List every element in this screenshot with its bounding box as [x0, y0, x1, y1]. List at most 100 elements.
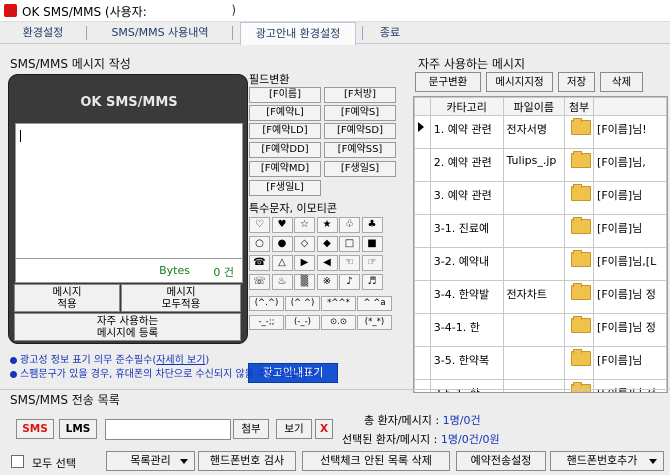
table-row[interactable]: 1. 예약 관련 전자서명 [F이름]님! — [414, 115, 667, 149]
emoticon-button[interactable]: ⊙.⊙ — [321, 315, 356, 330]
specials-title: 특수문자, 이모티콘 — [249, 202, 337, 215]
symbol-button[interactable]: ◆ — [316, 236, 338, 252]
emoticon-button[interactable]: (*_*) — [357, 315, 392, 330]
table-row[interactable]: 3-5. 한약복 [F이름]님 — [414, 346, 667, 380]
folder-icon[interactable] — [570, 349, 591, 366]
symbol-button[interactable]: ◇ — [294, 236, 315, 252]
view-button[interactable]: 보기 — [276, 419, 312, 439]
symbol-button[interactable]: ☞ — [361, 255, 383, 271]
table-row[interactable]: 3-4. 한약발 전자차트 [F이름]님 정 — [414, 280, 667, 314]
field-button[interactable]: [F예약L] — [249, 105, 321, 121]
emoticon-button[interactable]: (-_-) — [285, 315, 320, 330]
attach-button[interactable]: 첨부 — [233, 419, 269, 439]
symbol-button[interactable]: ※ — [316, 274, 338, 290]
row-filename: Tulips_.jp — [502, 148, 565, 182]
field-button[interactable]: [F예약SD] — [324, 123, 396, 139]
symbol-button[interactable]: ♨ — [271, 274, 293, 290]
convert-phrase-button[interactable]: 문구변환 — [415, 72, 481, 92]
folder-icon[interactable] — [570, 250, 591, 267]
symbol-button[interactable]: ♡ — [249, 217, 270, 233]
row-message: [F이름]님, — [593, 148, 667, 182]
row-message: [F이름]님 정 — [593, 280, 667, 314]
menu-ad-settings[interactable]: 광고안내 환경설정 — [240, 22, 356, 45]
column-header-attach[interactable]: 첨부 — [563, 97, 595, 116]
symbol-button[interactable]: ♧ — [339, 217, 360, 233]
add-phone-dropdown[interactable]: 핸드폰번호추가 — [550, 451, 664, 471]
folder-icon[interactable] — [570, 151, 591, 168]
field-button[interactable]: [F예약LD] — [249, 123, 321, 139]
delete-unchecked-button[interactable]: 선택체크 안된 목록 삭제 — [302, 451, 450, 471]
lms-button[interactable]: LMS — [59, 419, 97, 439]
select-all-checkbox[interactable] — [11, 455, 24, 468]
field-button[interactable]: [F처방] — [324, 87, 396, 103]
table-row[interactable]: 3-4-1. 한 [F이름]님 정 — [414, 313, 667, 347]
emoticon-button[interactable]: (^.^) — [249, 296, 284, 311]
symbol-button[interactable]: ♪ — [339, 274, 360, 290]
symbol-button[interactable]: ☆ — [294, 217, 315, 233]
folder-icon[interactable] — [570, 118, 591, 135]
table-row[interactable]: 3. 예약 관련 [F이름]님 — [414, 181, 667, 215]
symbol-button[interactable]: ▶ — [294, 255, 315, 271]
apply-all-button[interactable]: 메시지 모두적용 — [121, 284, 241, 312]
field-button[interactable]: [F이름] — [249, 87, 321, 103]
symbol-button[interactable]: ★ — [316, 217, 338, 233]
assign-message-button[interactable]: 메시지지정 — [486, 72, 553, 92]
field-button[interactable]: [F예약DD] — [249, 142, 321, 158]
symbol-button[interactable]: ▒ — [294, 274, 315, 290]
field-button[interactable]: [F예약MD] — [249, 161, 321, 177]
symbol-button[interactable]: ● — [271, 236, 293, 252]
symbol-button[interactable]: □ — [339, 236, 360, 252]
symbol-button[interactable]: ◀ — [316, 255, 338, 271]
remove-attach-button[interactable]: X — [315, 419, 333, 439]
row-filename: 전자차트 — [502, 280, 565, 314]
table-row[interactable]: 2. 예약 관련 Tulips_.jp [F이름]님, — [414, 148, 667, 182]
row-attach — [563, 115, 595, 149]
field-button[interactable]: [F생일L] — [249, 180, 321, 196]
column-header-category[interactable]: 카타고리 — [429, 97, 504, 116]
symbol-button[interactable]: ♥ — [271, 217, 293, 233]
symbol-button[interactable]: ○ — [249, 236, 270, 252]
folder-icon[interactable] — [570, 316, 591, 333]
emoticon-button[interactable]: -_-;; — [249, 315, 284, 330]
phone-check-button[interactable]: 핸드폰번호 검사 — [198, 451, 296, 471]
row-attach — [563, 313, 595, 347]
apply-message-button[interactable]: 메시지 적용 — [14, 284, 120, 312]
symbol-button[interactable]: ☎ — [249, 255, 270, 271]
delete-button[interactable]: 삭제 — [600, 72, 643, 92]
emoticon-button[interactable]: *^^* — [321, 296, 356, 311]
menu-settings[interactable]: 환경설정 — [8, 22, 78, 44]
symbol-button[interactable]: △ — [271, 255, 293, 271]
attach-file-input[interactable] — [105, 419, 231, 440]
row-category: 3-4. 한약발 — [429, 280, 504, 314]
message-textarea[interactable] — [15, 123, 243, 259]
row-category: 1. 예약 관련 — [429, 115, 504, 149]
row-category: 2. 예약 관련 — [429, 148, 504, 182]
symbol-button[interactable]: ♬ — [361, 274, 383, 290]
sms-button[interactable]: SMS — [16, 419, 54, 439]
folder-icon[interactable] — [570, 283, 591, 300]
list-manage-dropdown[interactable]: 목록관리 — [106, 451, 195, 471]
row-category: 3-5. 한약복 — [429, 346, 504, 380]
save-button[interactable]: 저장 — [558, 72, 595, 92]
field-button[interactable]: [F예약SS] — [324, 142, 396, 158]
symbol-button[interactable]: ☏ — [249, 274, 270, 290]
emoticon-button[interactable]: ^ ^a — [357, 296, 392, 311]
emoticon-button[interactable]: (^ ^) — [285, 296, 320, 311]
field-button[interactable]: [F생일S] — [324, 161, 396, 177]
menu-usage-history[interactable]: SMS/MMS 사용내역 — [98, 22, 222, 44]
menu-exit[interactable]: 종료 — [368, 22, 412, 44]
column-header-filename[interactable]: 파일이름 — [502, 97, 565, 116]
folder-icon[interactable] — [570, 217, 591, 234]
reserve-send-settings-button[interactable]: 예약전송설정 — [456, 451, 546, 471]
row-message: [F이름]님 저 — [593, 379, 667, 392]
folder-icon[interactable] — [570, 184, 591, 201]
symbol-button[interactable]: ☜ — [339, 255, 360, 271]
frequent-messages-grid: 카타고리 파일이름 첨부 1. 예약 관련 전자서명 [F이름]님! 2. 예약 관련… — [413, 96, 668, 393]
symbol-button[interactable]: ■ — [361, 236, 383, 252]
table-row[interactable]: 3-5-1. 한 [F이름]님 저 — [414, 379, 667, 392]
table-row[interactable]: 3-2. 예약내 [F이름]님,[L — [414, 247, 667, 281]
table-row[interactable]: 3-1. 진료예 [F이름]님 — [414, 214, 667, 248]
symbol-button[interactable]: ♣ — [361, 217, 383, 233]
field-button[interactable]: [F예약S] — [324, 105, 396, 121]
register-frequent-button[interactable]: 자주 사용하는 메시지에 등록 — [14, 313, 241, 341]
